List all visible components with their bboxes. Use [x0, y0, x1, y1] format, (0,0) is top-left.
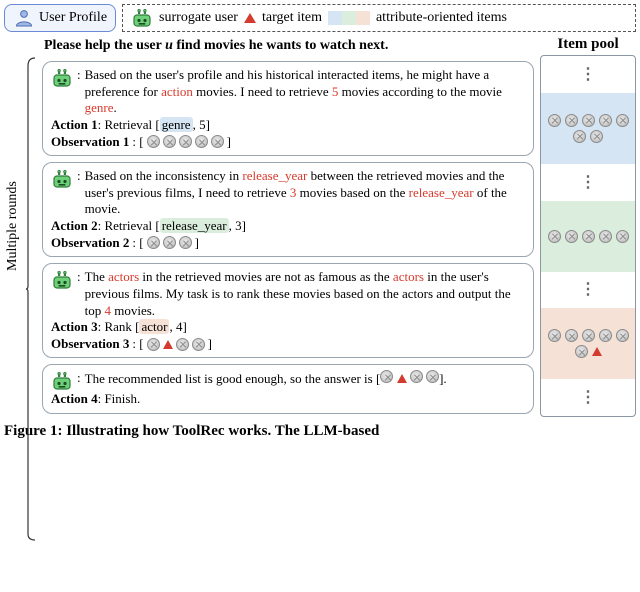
user-profile-badge: User Profile — [4, 4, 116, 32]
robot-icon — [51, 169, 73, 189]
user-profile-label: User Profile — [39, 10, 107, 26]
bubble-2-text: Based on the inconsistency in release_ye… — [85, 168, 525, 218]
movie-token — [179, 135, 192, 148]
conversation-column: Please help the user u find movies he wa… — [40, 36, 534, 417]
movie-token — [163, 135, 176, 148]
movie-token — [147, 338, 160, 351]
prompt-user-var: u — [165, 38, 173, 53]
movie-token — [147, 236, 160, 249]
movie-token — [147, 135, 160, 148]
bubble-1: : Based on the user's profile and his hi… — [42, 61, 534, 156]
bubble-2-action: Action 2: Retrieval [release_year, 3] — [51, 218, 525, 235]
bubble-4: : The recommended list is good enough, s… — [42, 364, 534, 414]
item-pool-box: ⋮ ⋮ ⋮ ⋮ — [540, 55, 636, 417]
legend-attr-label: attribute-oriented items — [376, 10, 507, 26]
pool-dots: ⋮ — [541, 272, 635, 309]
pool-genre-segment — [541, 93, 635, 164]
bubble-3-text: The actors in the retrieved movies are n… — [85, 269, 525, 319]
robot-icon — [51, 68, 73, 88]
top-legend-row: User Profile surrogate user target item … — [4, 4, 636, 32]
movie-token — [192, 338, 205, 351]
pool-dots: ⋮ — [541, 56, 635, 93]
robot-icon — [131, 8, 153, 28]
bubble-4-action: Action 4: Finish. — [51, 391, 525, 408]
bubble-3-observation: Observation 3: [ ] — [51, 336, 525, 353]
prompt-line: Please help the user u find movies he wa… — [44, 38, 534, 54]
person-icon — [13, 8, 33, 28]
figure-caption: Figure 1: Illustrating how ToolRec works… — [4, 423, 636, 440]
bubble-3: : The actors in the retrieved movies are… — [42, 263, 534, 358]
bubble-1-action: Action 1: Retrieval [genre, 5] — [51, 117, 525, 134]
rounds-label: Multiple rounds — [4, 36, 22, 417]
pool-actor-segment — [541, 308, 635, 379]
movie-token — [176, 338, 189, 351]
movie-token — [195, 135, 208, 148]
item-pool-header: Item pool — [540, 36, 636, 53]
bubble-2-observation: Observation 2: [ ] — [51, 235, 525, 252]
prompt-prefix: Please help the user — [44, 38, 165, 53]
pool-year-segment — [541, 201, 635, 272]
robot-icon — [51, 371, 73, 391]
pool-dots: ⋮ — [541, 164, 635, 201]
bubble-3-action: Action 3: Rank [actor, 4] — [51, 319, 525, 336]
triangle-icon — [244, 13, 256, 23]
legend-box: surrogate user target item attribute-ori… — [122, 4, 636, 32]
movie-token — [179, 236, 192, 249]
triangle-icon — [163, 340, 173, 349]
main-row: Multiple rounds Please help the user u f… — [4, 36, 636, 417]
bracket-col — [26, 36, 36, 417]
bubble-1-text: Based on the user's profile and his hist… — [85, 67, 525, 117]
swatch-orange — [356, 11, 370, 25]
bubble-4-text: The recommended list is good enough, so … — [85, 370, 525, 388]
pool-dots: ⋮ — [541, 379, 635, 416]
bubble-1-observation: Observation 1: [ ] — [51, 134, 525, 151]
prompt-suffix: find movies he wants to watch next. — [173, 38, 388, 53]
swatch-blue — [328, 11, 342, 25]
legend-surrogate-label: surrogate user — [159, 10, 238, 26]
bubble-2: : Based on the inconsistency in release_… — [42, 162, 534, 257]
legend-swatches — [328, 11, 370, 25]
legend-target-label: target item — [262, 10, 322, 26]
movie-token — [163, 236, 176, 249]
item-pool-column: Item pool ⋮ ⋮ ⋮ — [540, 36, 636, 417]
swatch-green — [342, 11, 356, 25]
bracket-icon — [26, 36, 36, 542]
movie-token — [211, 135, 224, 148]
robot-icon — [51, 270, 73, 290]
